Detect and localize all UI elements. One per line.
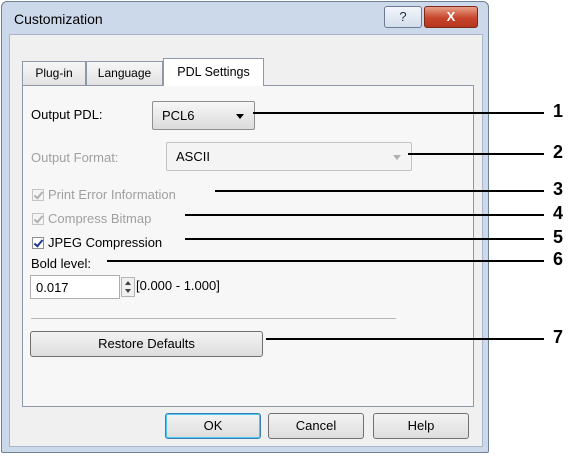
callout-number-6: 6 (553, 249, 564, 269)
callout-line-3 (215, 190, 544, 192)
pdl-settings-panel: Output PDL: PCL6 Output Format: ASCII Pr… (22, 85, 474, 407)
dialog-client-area: Plug-in Language PDL Settings Output PDL… (9, 34, 483, 447)
spin-up-icon[interactable] (125, 281, 131, 285)
callout-number-5: 5 (553, 227, 564, 247)
restore-defaults-button[interactable]: Restore Defaults (30, 331, 263, 357)
jpeg-compression-label: JPEG Compression (48, 235, 163, 250)
callout-number-2: 2 (553, 142, 564, 162)
tab-language[interactable]: Language (86, 61, 163, 85)
help-button[interactable]: Help (373, 413, 469, 439)
callout-number-7: 7 (553, 327, 564, 347)
callout-line-1 (253, 112, 544, 114)
chevron-down-icon (236, 114, 244, 119)
window-title: Customization (14, 11, 103, 27)
title-help-button[interactable]: ? (384, 6, 422, 28)
ok-button[interactable]: OK (165, 413, 261, 439)
callout-number-1: 1 (553, 101, 564, 121)
output-format-label: Output Format: (31, 150, 119, 165)
tab-pdl-settings[interactable]: PDL Settings (163, 58, 264, 86)
callout-line-7 (266, 338, 544, 340)
jpeg-compression-checkbox[interactable] (32, 237, 44, 249)
close-button[interactable]: X (424, 6, 478, 28)
cancel-button[interactable]: Cancel (268, 413, 364, 439)
chevron-down-icon (393, 155, 401, 160)
bold-level-label: Bold level: (31, 256, 91, 271)
tab-plug-in[interactable]: Plug-in (22, 61, 86, 85)
output-pdl-select[interactable]: PCL6 (152, 101, 255, 130)
separator (31, 318, 396, 319)
print-error-info-checkbox[interactable] (32, 189, 44, 201)
bold-level-range: [0.000 - 1.000] (136, 278, 220, 293)
callout-line-2 (408, 153, 544, 155)
customization-dialog: Customization ? X Plug-in Language PDL S… (1, 1, 489, 453)
callout-line-5 (185, 238, 544, 240)
callout-line-4 (185, 214, 544, 216)
callout-number-4: 4 (553, 203, 564, 223)
output-pdl-value: PCL6 (162, 108, 195, 123)
spin-down-icon[interactable] (125, 289, 131, 293)
print-error-info-label: Print Error Information (48, 187, 176, 202)
callout-line-6 (107, 260, 544, 262)
output-pdl-label: Output PDL: (31, 107, 103, 122)
compress-bitmap-label: Compress Bitmap (48, 211, 152, 226)
bold-level-spinner[interactable] (121, 277, 135, 297)
output-format-select[interactable]: ASCII (166, 142, 412, 171)
title-bar[interactable]: Customization ? X (2, 2, 488, 36)
compress-bitmap-checkbox[interactable] (32, 213, 44, 225)
callout-number-3: 3 (553, 179, 564, 199)
output-format-value: ASCII (176, 149, 210, 164)
bold-level-input[interactable]: 0.017 (30, 275, 120, 299)
